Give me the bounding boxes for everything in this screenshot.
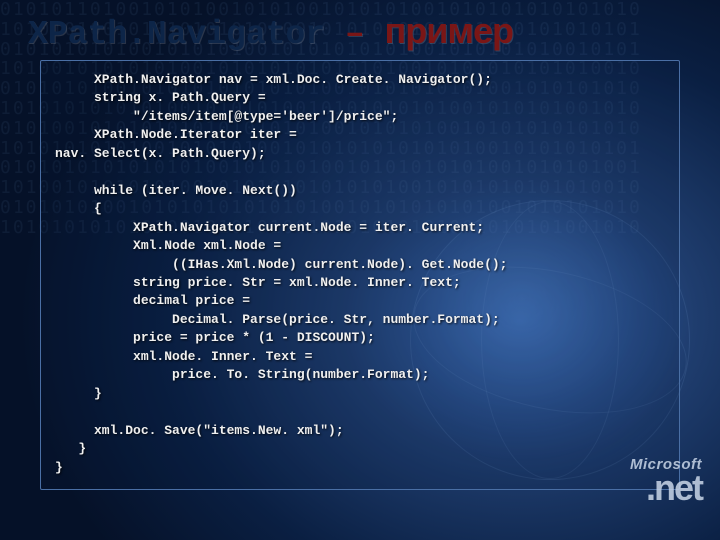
logo-product: .net bbox=[630, 473, 702, 504]
code-content: XPath.Navigator nav = xml.Doc. Create. N… bbox=[55, 71, 665, 477]
title-dash: – bbox=[345, 16, 365, 53]
microsoft-dotnet-logo: Microsoft .net bbox=[630, 456, 702, 504]
title-suffix: пример bbox=[385, 10, 514, 51]
slide-title: XPath.Navigator – пример bbox=[28, 10, 513, 53]
code-panel: XPath.Navigator nav = xml.Doc. Create. N… bbox=[40, 60, 680, 490]
title-main: XPath.Navigator bbox=[28, 16, 325, 53]
